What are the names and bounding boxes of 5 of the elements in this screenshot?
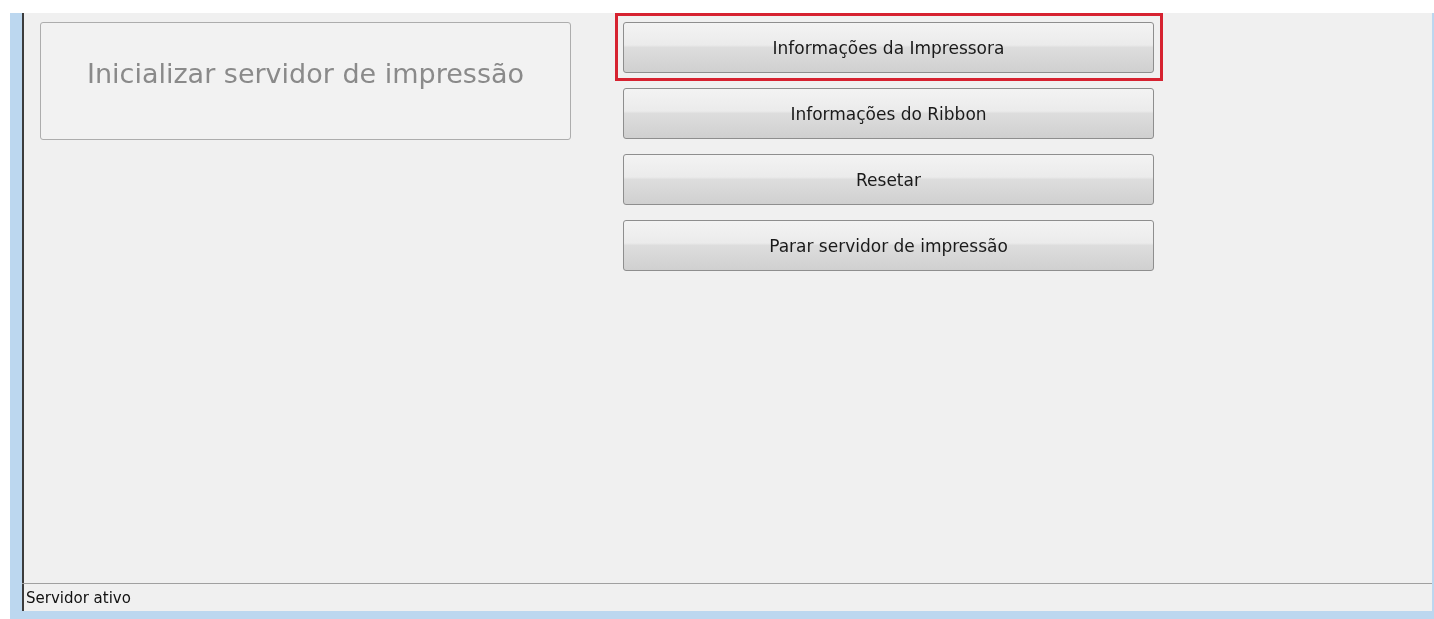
action-button[interactable]: Parar servidor de impressão [623,220,1154,271]
status-text: Servidor ativo [26,588,131,607]
action-button[interactable]: Informações da Impressora [623,22,1154,73]
action-button[interactable]: Informações do Ribbon [623,88,1154,139]
action-button[interactable]: Resetar [623,154,1154,205]
